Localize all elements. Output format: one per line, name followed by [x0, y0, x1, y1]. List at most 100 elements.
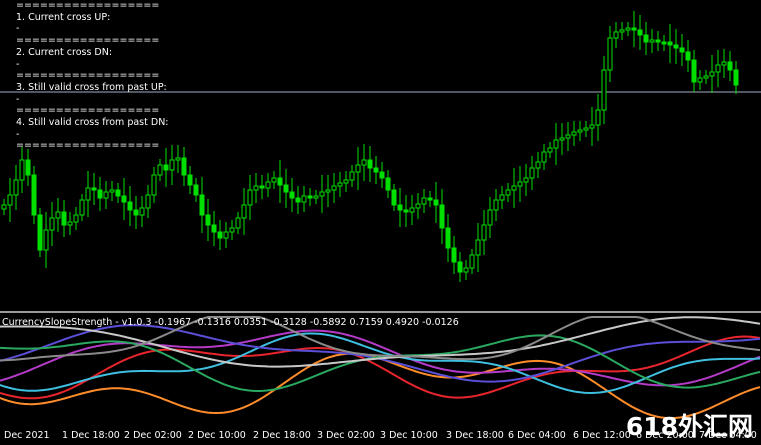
status-line: - — [16, 93, 20, 105]
status-line: - — [16, 128, 20, 140]
candle-body — [391, 189, 397, 206]
candle-body — [259, 185, 265, 189]
candle-body — [115, 189, 121, 197]
candle-body — [55, 211, 61, 219]
candle-body — [709, 71, 715, 77]
candle-body — [517, 181, 523, 187]
candle-body — [247, 189, 253, 206]
candle-body — [727, 61, 733, 71]
candle-body — [505, 189, 511, 196]
candle-body — [331, 185, 337, 191]
candle-body — [217, 231, 223, 239]
candle-body — [577, 129, 583, 133]
candle-body — [79, 199, 85, 216]
candle-body — [145, 194, 151, 209]
candle-body — [385, 177, 391, 191]
candle-body — [43, 229, 49, 251]
status-line: 2. Current cross DN: — [16, 46, 113, 58]
candle-body — [277, 177, 283, 186]
candle-body — [559, 137, 565, 141]
candle-body — [475, 239, 481, 256]
candle-body — [721, 61, 727, 66]
candle-body — [49, 217, 55, 231]
candle-body — [667, 41, 673, 46]
candle-body — [643, 34, 649, 43]
candle-body — [349, 171, 355, 181]
price-chart[interactable] — [0, 0, 761, 310]
candle-body — [439, 204, 445, 229]
candle-body — [661, 41, 667, 45]
time-tick-label: 2 Dec 10:00 — [188, 430, 246, 441]
candle-body — [679, 47, 685, 53]
candle-body — [109, 189, 115, 193]
candle-body — [535, 161, 541, 169]
candle-body — [499, 194, 505, 201]
candle-body — [463, 267, 469, 273]
candle-body — [655, 39, 661, 43]
candle-body — [67, 221, 73, 226]
candle-body — [529, 167, 535, 179]
status-line: - — [16, 23, 20, 35]
candle-body — [91, 187, 97, 191]
candle-body — [265, 181, 271, 189]
candle-body — [355, 164, 361, 173]
status-line: 4. Still valid cross from past DN: — [16, 117, 169, 128]
status-line: - — [16, 58, 20, 70]
candle-body — [295, 197, 301, 203]
candle-body — [289, 191, 295, 199]
candle-body — [415, 203, 421, 209]
candle-body — [157, 164, 163, 176]
candle-body — [379, 171, 385, 179]
indicator-lines — [0, 316, 761, 420]
candle-body — [25, 159, 31, 176]
candle-body — [637, 29, 643, 36]
candle-body — [7, 194, 13, 206]
candle-body — [271, 177, 277, 183]
candle-body — [487, 209, 493, 226]
candle-body — [421, 197, 427, 205]
candle-body — [523, 177, 529, 183]
candle-body — [601, 69, 607, 111]
candle-body — [583, 127, 589, 131]
candle-body — [169, 159, 175, 171]
candle-body — [19, 159, 25, 181]
candle-body — [103, 191, 109, 199]
candle-body — [493, 199, 499, 211]
status-line: 1. Current cross UP: — [16, 11, 111, 23]
candle-body — [307, 195, 313, 199]
candle-body — [163, 164, 169, 171]
candle-body — [253, 185, 259, 191]
candle-body — [181, 157, 187, 176]
candle-body — [397, 204, 403, 211]
time-tick-label: 6 Dec 04:00 — [508, 430, 566, 441]
candle-body — [283, 184, 289, 193]
candle-body — [325, 189, 331, 193]
candle-body — [469, 254, 475, 269]
candle-body — [193, 184, 199, 196]
candle-body — [121, 195, 127, 203]
candle-body — [673, 44, 679, 49]
candle-body — [313, 195, 319, 199]
candle-body — [61, 211, 67, 226]
candle-body — [241, 204, 247, 219]
candle-body — [649, 39, 655, 43]
candle-body — [427, 197, 433, 201]
candle-body — [361, 159, 367, 166]
time-tick-label: 2 Dec 02:00 — [124, 430, 182, 441]
candle-body — [511, 185, 517, 191]
candle-body — [319, 191, 325, 197]
candle-body — [211, 224, 217, 233]
candle-body — [619, 29, 625, 33]
status-line: ================== — [16, 70, 160, 82]
candle-body — [685, 51, 691, 61]
watermark-logo: 618外汇网 — [625, 412, 753, 441]
candle-body — [1, 204, 7, 210]
candle-body — [445, 227, 451, 249]
candle-body — [73, 214, 79, 223]
candle-body — [97, 189, 103, 199]
status-line: ================== — [16, 140, 160, 152]
candle-body — [235, 217, 241, 229]
candle-body — [607, 37, 613, 71]
status-line: ================== — [16, 0, 160, 11]
candle-body — [223, 231, 229, 239]
